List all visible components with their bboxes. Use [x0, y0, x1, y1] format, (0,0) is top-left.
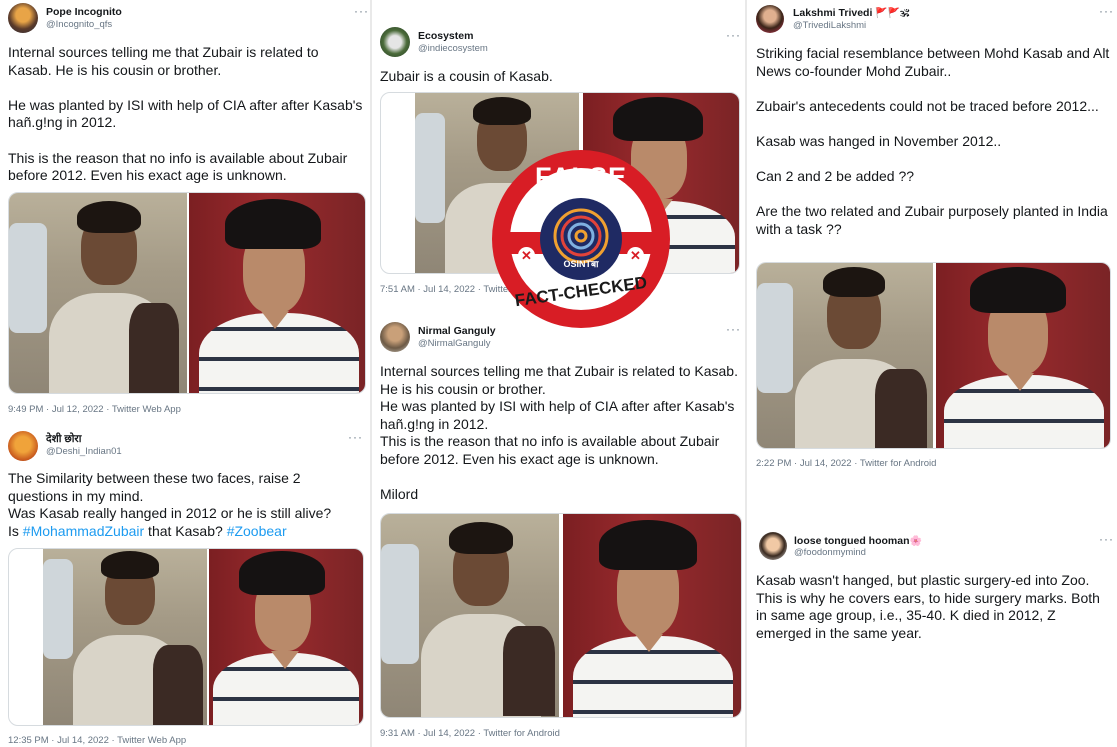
tweet-loose-tongued-hooman[interactable]: loose tongued hooman🌸 @foodonmymind ··· …: [747, 526, 1117, 747]
photo-right: [209, 549, 363, 725]
flag-icons: 🚩🚩🕉: [875, 8, 910, 19]
tweet-text: Kasab wasn't hanged, but plastic surgery…: [756, 572, 1100, 641]
x-mark-icon: ✕: [627, 247, 644, 264]
photo-right: [189, 193, 365, 393]
tweet-text: Striking facial resemblance between Mohd…: [756, 45, 1110, 237]
tweet-text: Internal sources telling me that Zubair …: [380, 363, 738, 503]
author-name[interactable]: Pope Incognito: [46, 6, 122, 18]
author-name[interactable]: Nirmal Ganguly: [418, 325, 496, 337]
author-handle[interactable]: @foodonmymind: [794, 547, 866, 558]
tweet-pope-incognito[interactable]: Pope Incognito @Incognito_qfs ··· Intern…: [0, 0, 370, 420]
column-middle: Ecosystem @indiecosystem ··· Zubair is a…: [372, 0, 745, 747]
author-name-text[interactable]: loose tongued hooman: [794, 535, 910, 547]
tweet-text: Internal sources telling me that Zubair …: [8, 44, 363, 184]
author-name[interactable]: Lakshmi Trivedi 🚩🚩🕉: [793, 7, 909, 19]
avatar[interactable]: [8, 431, 38, 461]
photo-left: [757, 263, 933, 448]
tweet-nirmal-ganguly[interactable]: Nirmal Ganguly @NirmalGanguly ··· Intern…: [372, 316, 745, 747]
column-left: Pope Incognito @Incognito_qfs ··· Intern…: [0, 0, 370, 747]
tweet-media[interactable]: [380, 513, 742, 718]
more-icon[interactable]: ···: [726, 28, 741, 42]
false-news-stamp: FALSE NEWS OSINTबा ✕ ✕ FACT-CHECKED: [492, 150, 670, 328]
tweet-timestamp[interactable]: 12:35 PM · Jul 14, 2022 · Twitter Web Ap…: [8, 735, 186, 746]
author-name-text[interactable]: Lakshmi Trivedi: [793, 7, 872, 19]
author-name[interactable]: देशी छोरा: [46, 432, 81, 446]
hashtag-zoobear[interactable]: #Zoobear: [227, 523, 287, 539]
tweet-media[interactable]: [8, 192, 366, 394]
avatar[interactable]: [759, 532, 787, 560]
tweet-media[interactable]: [756, 262, 1111, 449]
tweet-media[interactable]: [8, 548, 364, 726]
tweet-timestamp[interactable]: 9:31 AM · Jul 14, 2022 · Twitter for And…: [380, 728, 560, 739]
more-icon[interactable]: ···: [726, 322, 741, 336]
photo-left: [381, 514, 559, 717]
author-name[interactable]: loose tongued hooman🌸: [794, 535, 922, 547]
avatar[interactable]: [8, 3, 38, 33]
tweet-lakshmi-trivedi[interactable]: Lakshmi Trivedi 🚩🚩🕉 @TrivediLakshmi ··· …: [747, 0, 1117, 500]
x-mark-icon: ✕: [518, 247, 535, 264]
more-icon[interactable]: ···: [1099, 4, 1114, 18]
photo-right: [936, 263, 1110, 448]
photo-left: [9, 193, 187, 393]
tweet-timestamp[interactable]: 2:22 PM · Jul 14, 2022 · Twitter for And…: [756, 458, 936, 469]
photo-left: [43, 549, 207, 725]
author-handle[interactable]: @indiecosystem: [418, 43, 488, 54]
author-handle[interactable]: @Incognito_qfs: [46, 19, 112, 30]
hashtag-mohammadzubair[interactable]: #MohammadZubair: [23, 523, 144, 539]
author-handle[interactable]: @NirmalGanguly: [418, 338, 490, 349]
more-icon[interactable]: ···: [348, 430, 363, 444]
author-handle[interactable]: @TrivediLakshmi: [793, 20, 866, 31]
flower-icon: 🌸: [909, 536, 922, 547]
avatar[interactable]: [380, 27, 410, 57]
tweet-deshi-chhora[interactable]: देशी छोरा @Deshi_Indian01 ··· The Simila…: [0, 428, 370, 747]
more-icon[interactable]: ···: [1099, 532, 1114, 546]
column-right: Lakshmi Trivedi 🚩🚩🕉 @TrivediLakshmi ··· …: [747, 0, 1117, 747]
tweet-text-part: that Kasab?: [144, 522, 227, 539]
more-icon[interactable]: ···: [354, 4, 369, 18]
photo-right: [563, 514, 741, 717]
author-name[interactable]: Ecosystem: [418, 30, 473, 42]
tweet-text: The Similarity between these two faces, …: [8, 470, 363, 540]
tweet-timestamp[interactable]: 9:49 PM · Jul 12, 2022 · Twitter Web App: [8, 404, 181, 415]
avatar[interactable]: [756, 5, 784, 33]
tweet-text: Zubair is a cousin of Kasab.: [380, 68, 553, 84]
avatar[interactable]: [380, 322, 410, 352]
author-handle[interactable]: @Deshi_Indian01: [46, 446, 122, 457]
